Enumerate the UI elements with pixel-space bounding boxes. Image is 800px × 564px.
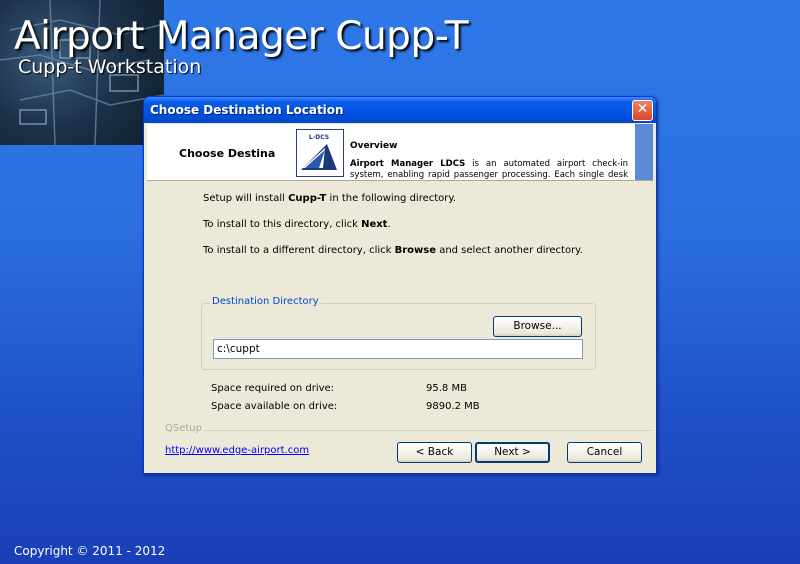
overview-text: Airport Manager LDCS is an automated air… <box>350 159 628 180</box>
dialog-header-panel: Choose Destina L-DCS Overview Airport Ma… <box>147 124 653 181</box>
dialog-heading: Choose Destina <box>179 147 276 160</box>
next-button[interactable]: Next > <box>475 442 550 463</box>
space-available-value: 9890.2 MB <box>426 401 480 412</box>
choose-destination-dialog: Choose Destination Location ✕ Choose Des… <box>143 96 657 474</box>
cancel-button[interactable]: Cancel <box>567 442 642 463</box>
website-link[interactable]: http://www.edge-airport.com <box>165 445 309 456</box>
space-required-label: Space required on drive: <box>211 383 335 394</box>
install-info-text: Setup will install Cupp-T in the followi… <box>203 193 457 204</box>
logo-text: L-DCS <box>309 134 329 141</box>
dialog-title: Choose Destination Location <box>150 103 344 117</box>
header-scrollbar[interactable] <box>635 124 653 180</box>
app-title: Airport Manager Cupp-T <box>14 14 469 59</box>
qsetup-divider <box>203 430 652 431</box>
next-instruction-text: To install to this directory, click Next… <box>203 219 391 230</box>
close-icon: ✕ <box>636 101 649 117</box>
destination-path-input[interactable]: c:\cuppt <box>213 339 583 359</box>
destination-directory-legend: Destination Directory <box>210 296 321 307</box>
browse-instruction-text: To install to a different directory, cli… <box>203 245 583 256</box>
space-required-value: 95.8 MB <box>426 383 467 394</box>
dialog-titlebar[interactable]: Choose Destination Location ✕ <box>144 97 656 123</box>
overview-title: Overview <box>350 141 398 151</box>
app-subtitle: Cupp-t Workstation <box>18 56 202 78</box>
back-button[interactable]: < Back <box>397 442 472 463</box>
browse-button[interactable]: Browse... <box>493 316 582 337</box>
overview-product-name: Airport Manager LDCS <box>350 159 466 169</box>
qsetup-label: QSetup <box>163 423 204 434</box>
ldcs-logo: L-DCS <box>296 129 344 177</box>
close-button[interactable]: ✕ <box>632 100 653 121</box>
space-available-label: Space available on drive: <box>211 401 338 412</box>
copyright-text: Copyright © 2011 - 2012 <box>14 544 166 558</box>
